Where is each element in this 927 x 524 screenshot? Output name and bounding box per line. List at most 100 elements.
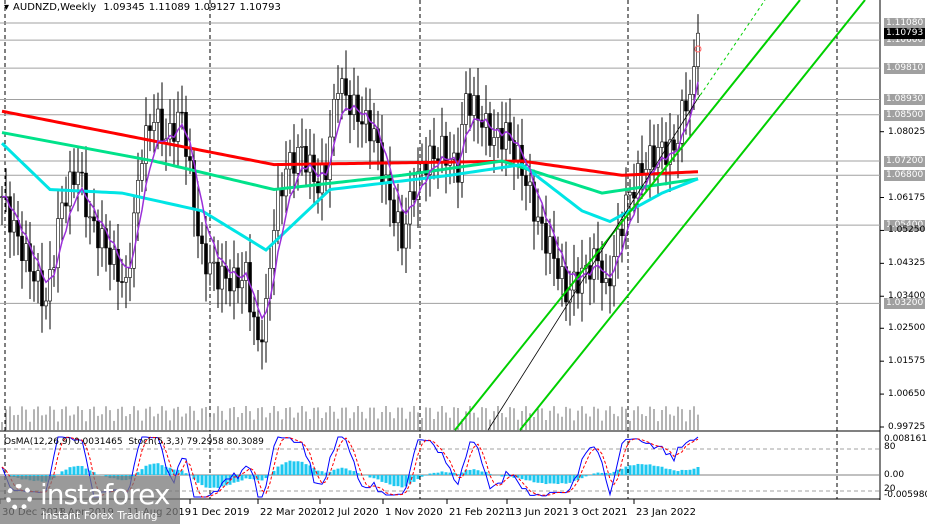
- candle-body: [112, 248, 116, 265]
- candle-body: [188, 156, 192, 161]
- candle-body: [476, 95, 480, 121]
- candle-body: [672, 139, 676, 151]
- candle-body: [472, 95, 476, 116]
- candle-body: [492, 137, 496, 146]
- candle-body: [432, 145, 436, 160]
- candle-body: [148, 125, 152, 131]
- level-tag: 1.07200: [884, 156, 926, 168]
- date-label: 13 Jun 2021: [509, 507, 570, 518]
- candle-body: [548, 236, 552, 254]
- candle-body: [204, 243, 208, 275]
- candle-body: [228, 278, 232, 292]
- price-tick-label: 1.05250: [888, 225, 926, 236]
- candle-body: [404, 223, 408, 249]
- candle-body: [320, 162, 324, 194]
- price-tick-label: 1.00650: [888, 389, 926, 400]
- candle-body: [272, 230, 276, 269]
- subwindow-axis-label: 80: [884, 442, 896, 452]
- dropdown-arrow-icon[interactable]: ▾: [4, 2, 9, 13]
- candle-body: [208, 262, 212, 275]
- open-value: 1.09345: [103, 2, 145, 13]
- candle-body: [660, 141, 664, 148]
- price-tick-label: 1.06175: [888, 192, 926, 203]
- candle-body: [76, 171, 80, 185]
- logo-tagline: Instant Forex Trading: [42, 509, 158, 522]
- candle-body: [332, 98, 336, 138]
- candle-body: [132, 212, 136, 269]
- symbol-label: AUDNZD,Weekly: [13, 2, 97, 13]
- candle-body: [44, 300, 48, 307]
- chart-window[interactable]: ▾ AUDNZD,Weekly 1.09345 1.11089 1.09127 1.10…: [0, 0, 927, 524]
- candle-body: [512, 140, 516, 162]
- candle-body: [152, 122, 156, 131]
- candle-body: [80, 171, 84, 174]
- low-value: 1.09127: [194, 2, 236, 13]
- candle-body: [176, 111, 180, 142]
- candle-body: [200, 235, 204, 244]
- candle-body: [100, 228, 104, 249]
- price-tick-label: 1.03400: [888, 291, 926, 302]
- candle-body: [396, 211, 400, 224]
- candle-body: [32, 271, 36, 282]
- candle-body: [372, 128, 376, 142]
- candle-body: [12, 220, 16, 233]
- current-price-tag: 1.10793: [884, 28, 926, 40]
- candle-body: [256, 316, 260, 341]
- candle-body: [664, 141, 668, 165]
- candle-body: [564, 266, 568, 303]
- candle-body: [108, 247, 112, 265]
- candle-body: [536, 216, 540, 222]
- candle-body: [684, 100, 688, 112]
- osma-label: OsMA(12,26,9) 0.0031465: [4, 437, 123, 447]
- candle-body: [388, 174, 392, 201]
- candle-body: [212, 261, 216, 264]
- candle-body: [604, 278, 608, 283]
- date-label: 22 Mar 2020: [260, 507, 324, 518]
- candle-body: [504, 122, 508, 150]
- candle-body: [348, 94, 352, 115]
- date-label: 21 Feb 2021: [449, 507, 512, 518]
- candle-body: [528, 181, 532, 186]
- channel-lower-line: [519, 0, 866, 431]
- stoch-label: Stoch(5,3,3) 79.2958 80.3089: [128, 437, 264, 447]
- candle-body: [220, 265, 224, 290]
- candle-body: [92, 216, 96, 222]
- candle-body: [284, 168, 288, 197]
- candle-body: [276, 189, 280, 231]
- candle-body: [524, 175, 528, 186]
- candle-body: [288, 152, 292, 170]
- candle-body: [696, 32, 700, 67]
- level-tag: 1.09810: [884, 63, 926, 75]
- candle-body: [128, 268, 132, 278]
- candle-body: [412, 191, 416, 200]
- candle-body: [64, 202, 68, 207]
- date-label: 3 Oct 2021: [572, 507, 628, 518]
- candle-body: [252, 311, 256, 318]
- candle-body: [608, 278, 612, 287]
- candle-body: [344, 78, 348, 96]
- candle-body: [464, 93, 468, 125]
- indicator-label: OsMA(12,26,9) 0.0031465 Stoch(5,3,3) 79.…: [4, 437, 264, 447]
- high-value: 1.11089: [148, 2, 191, 13]
- price-tick-label: 1.04325: [888, 258, 926, 269]
- candle-body: [368, 110, 372, 142]
- candle-body: [652, 145, 656, 168]
- candle-body: [124, 277, 128, 283]
- candle-body: [628, 191, 632, 196]
- candle-body: [488, 113, 492, 146]
- candle-body: [648, 145, 652, 170]
- candle-body: [156, 108, 160, 123]
- price-tick-label: 0.99725: [888, 422, 926, 432]
- close-value: 1.10793: [239, 2, 281, 13]
- candle-body: [96, 220, 100, 249]
- date-label: 12 Jul 2020: [322, 507, 379, 518]
- candle-body: [640, 163, 644, 175]
- candle-body: [392, 199, 396, 224]
- price-tick-label: 1.01575: [888, 356, 926, 367]
- candle-body: [8, 196, 12, 233]
- candle-body: [20, 235, 24, 261]
- candle-body: [196, 209, 200, 237]
- date-label: 1 Nov 2020: [385, 507, 443, 518]
- chart-header: ▾ AUDNZD,Weekly 1.09345 1.11089 1.09127 1.10…: [4, 2, 285, 13]
- candle-body: [180, 111, 184, 114]
